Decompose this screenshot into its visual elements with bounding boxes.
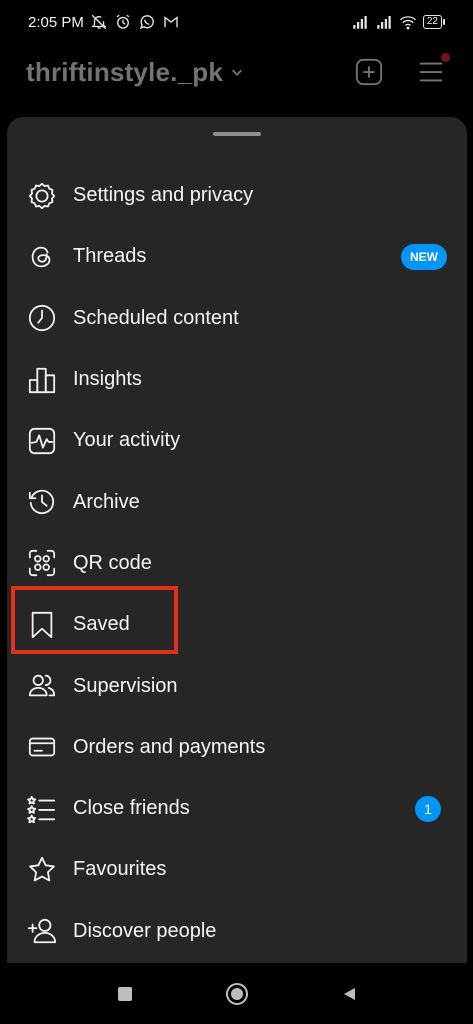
menu-item-close-friends[interactable]: Close friends 1 xyxy=(7,778,467,839)
menu-label-saved: Saved xyxy=(73,613,130,636)
menu-item-settings[interactable]: Settings and privacy xyxy=(7,165,467,226)
header-actions xyxy=(353,53,450,88)
menu-label-scheduled-content: Scheduled content xyxy=(73,306,239,329)
menu-label-discover-people: Discover people xyxy=(73,919,217,942)
menu-label-your-activity: Your activity xyxy=(73,429,181,452)
recents-icon[interactable] xyxy=(112,981,138,1007)
whatsapp-icon xyxy=(138,13,156,31)
new-post-icon[interactable] xyxy=(353,56,385,88)
battery-icon: 22 xyxy=(422,15,446,29)
menu-item-saved[interactable]: Saved xyxy=(7,594,467,655)
qr-code-icon xyxy=(26,547,58,579)
signal-icon xyxy=(351,13,369,31)
archive-icon xyxy=(26,486,58,518)
bookmark-icon xyxy=(26,609,58,641)
sheet-drag-handle[interactable] xyxy=(213,132,261,136)
username[interactable]: thriftinstyle._pk xyxy=(26,57,223,88)
menu-label-threads: Threads xyxy=(73,245,147,268)
menu-item-discover-people[interactable]: Discover people xyxy=(7,901,467,962)
menu-item-orders-and-payments[interactable]: Orders and payments xyxy=(7,717,467,778)
count-badge: 1 xyxy=(415,795,441,822)
navigation-bar xyxy=(0,963,473,1024)
activity-icon xyxy=(26,425,58,457)
status-time: 2:05 PM xyxy=(28,13,84,31)
status-bar: 2:05 PM 22 xyxy=(0,0,473,44)
insights-icon xyxy=(26,364,58,396)
status-left: 2:05 PM xyxy=(28,13,180,31)
menu-item-favourites[interactable]: Favourites xyxy=(7,839,467,900)
notification-dot xyxy=(441,53,450,62)
mute-icon xyxy=(90,13,108,31)
menu-item-insights[interactable]: Insights xyxy=(7,349,467,410)
menu-label-qr-code: QR code xyxy=(73,551,152,574)
wifi-icon xyxy=(399,13,417,31)
menu-list: Settings and privacy Threads NEW Schedul… xyxy=(7,165,467,962)
menu-label-insights: Insights xyxy=(73,368,142,391)
threads-icon xyxy=(26,241,58,273)
menu-label-orders-and-payments: Orders and payments xyxy=(73,735,266,758)
close-friends-icon xyxy=(26,793,58,825)
menu-item-supervision[interactable]: Supervision xyxy=(7,655,467,716)
chevron-down-icon[interactable] xyxy=(230,65,244,79)
battery-level: 22 xyxy=(426,16,438,27)
menu-item-threads[interactable]: Threads NEW xyxy=(7,226,467,287)
menu-sheet: Settings and privacy Threads NEW Schedul… xyxy=(7,117,467,963)
menu-item-qr-code[interactable]: QR code xyxy=(7,533,467,594)
menu-label-archive: Archive xyxy=(73,490,140,513)
gmail-icon xyxy=(162,13,180,31)
menu-label-favourites: Favourites xyxy=(73,858,167,881)
menu-item-scheduled-content[interactable]: Scheduled content xyxy=(7,288,467,349)
menu-item-archive[interactable]: Archive xyxy=(7,471,467,532)
star-icon xyxy=(26,854,58,886)
back-icon[interactable] xyxy=(336,981,362,1007)
menu-item-your-activity[interactable]: Your activity xyxy=(7,410,467,471)
settings-icon xyxy=(26,180,58,212)
card-icon xyxy=(26,731,58,763)
menu-icon[interactable] xyxy=(415,53,450,88)
menu-label-settings: Settings and privacy xyxy=(73,184,254,207)
clock-icon xyxy=(26,302,58,334)
new-badge: NEW xyxy=(401,243,447,270)
signal-icon xyxy=(375,13,393,31)
home-icon[interactable] xyxy=(224,981,250,1007)
menu-label-supervision: Supervision xyxy=(73,674,178,697)
alarm-icon xyxy=(114,13,132,31)
status-right: 22 xyxy=(351,13,446,31)
supervision-icon xyxy=(26,670,58,702)
add-person-icon xyxy=(26,915,58,947)
profile-header: thriftinstyle._pk xyxy=(0,44,473,100)
menu-label-close-friends: Close friends xyxy=(73,797,190,820)
